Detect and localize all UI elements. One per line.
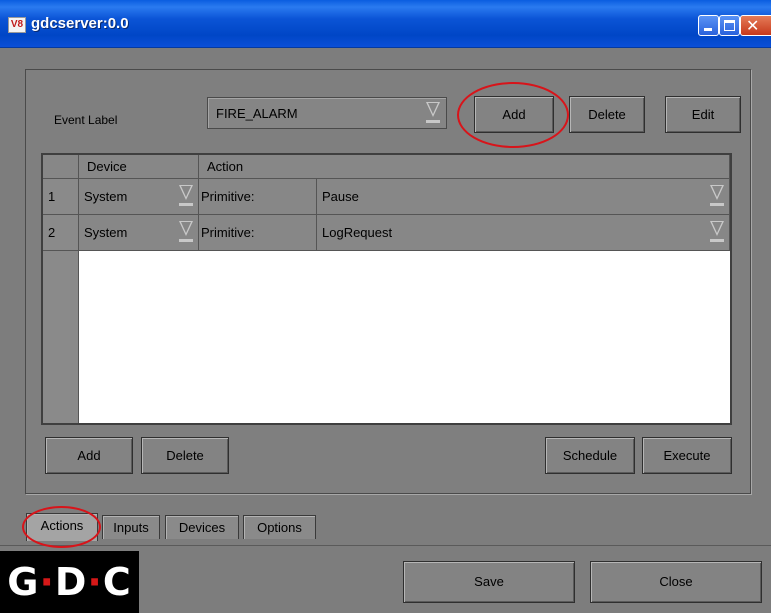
chevron-down-icon[interactable] <box>178 185 194 209</box>
minimize-icon <box>704 28 712 31</box>
edit-event-button[interactable]: Edit <box>665 96 741 133</box>
device-select[interactable]: System <box>79 179 199 215</box>
maximize-button[interactable] <box>719 15 740 36</box>
close-icon: ✕ <box>746 16 760 35</box>
table-header-corner <box>43 155 79 179</box>
delete-action-button[interactable]: Delete <box>141 437 229 474</box>
tab-devices[interactable]: Devices <box>165 515 239 539</box>
add-action-button[interactable]: Add <box>45 437 133 474</box>
gdc-logo: G·D·C <box>0 551 139 613</box>
schedule-button[interactable]: Schedule <box>545 437 635 474</box>
row-number: 2 <box>43 215 79 251</box>
chevron-down-icon[interactable] <box>709 185 725 209</box>
action-value: Pause <box>322 189 359 204</box>
action-select[interactable]: Pause <box>317 179 730 215</box>
tab-options[interactable]: Options <box>243 515 316 539</box>
action-type: Primitive: <box>199 179 317 215</box>
close-window-button[interactable]: ✕ <box>740 15 771 36</box>
close-button[interactable]: Close <box>590 561 762 603</box>
table-row[interactable]: 1 System Primitive: Pause <box>43 179 730 215</box>
chevron-down-icon[interactable] <box>424 100 442 126</box>
action-value: LogRequest <box>322 225 393 240</box>
action-select[interactable]: LogRequest <box>317 215 730 251</box>
device-value: System <box>84 189 128 204</box>
save-button[interactable]: Save <box>403 561 575 603</box>
delete-event-button[interactable]: Delete <box>569 96 645 133</box>
app-icon: V8 <box>8 17 26 33</box>
actions-table: Device Action 1 System Primitive: Pause … <box>41 153 732 425</box>
tab-inputs[interactable]: Inputs <box>102 515 160 539</box>
chevron-down-icon[interactable] <box>178 221 194 245</box>
column-header-action: Action <box>199 155 730 179</box>
tab-divider <box>0 545 771 546</box>
device-select[interactable]: System <box>79 215 199 251</box>
action-type: Primitive: <box>199 215 317 251</box>
maximize-icon <box>724 20 735 31</box>
window-title: gdcserver:0.0 <box>31 15 129 32</box>
event-label-select[interactable]: FIRE_ALARM <box>207 97 447 129</box>
execute-button[interactable]: Execute <box>642 437 732 474</box>
title-bar: V8 gdcserver:0.0 ✕ <box>0 0 771 48</box>
event-label-text: Event Label <box>54 113 118 127</box>
column-header-device: Device <box>79 155 199 179</box>
add-event-button[interactable]: Add <box>474 96 554 133</box>
chevron-down-icon[interactable] <box>709 221 725 245</box>
row-number: 1 <box>43 179 79 215</box>
tab-actions[interactable]: Actions <box>26 513 98 541</box>
event-label-value: FIRE_ALARM <box>216 106 298 121</box>
device-value: System <box>84 225 128 240</box>
table-row[interactable]: 2 System Primitive: LogRequest <box>43 215 730 251</box>
minimize-button[interactable] <box>698 15 719 36</box>
